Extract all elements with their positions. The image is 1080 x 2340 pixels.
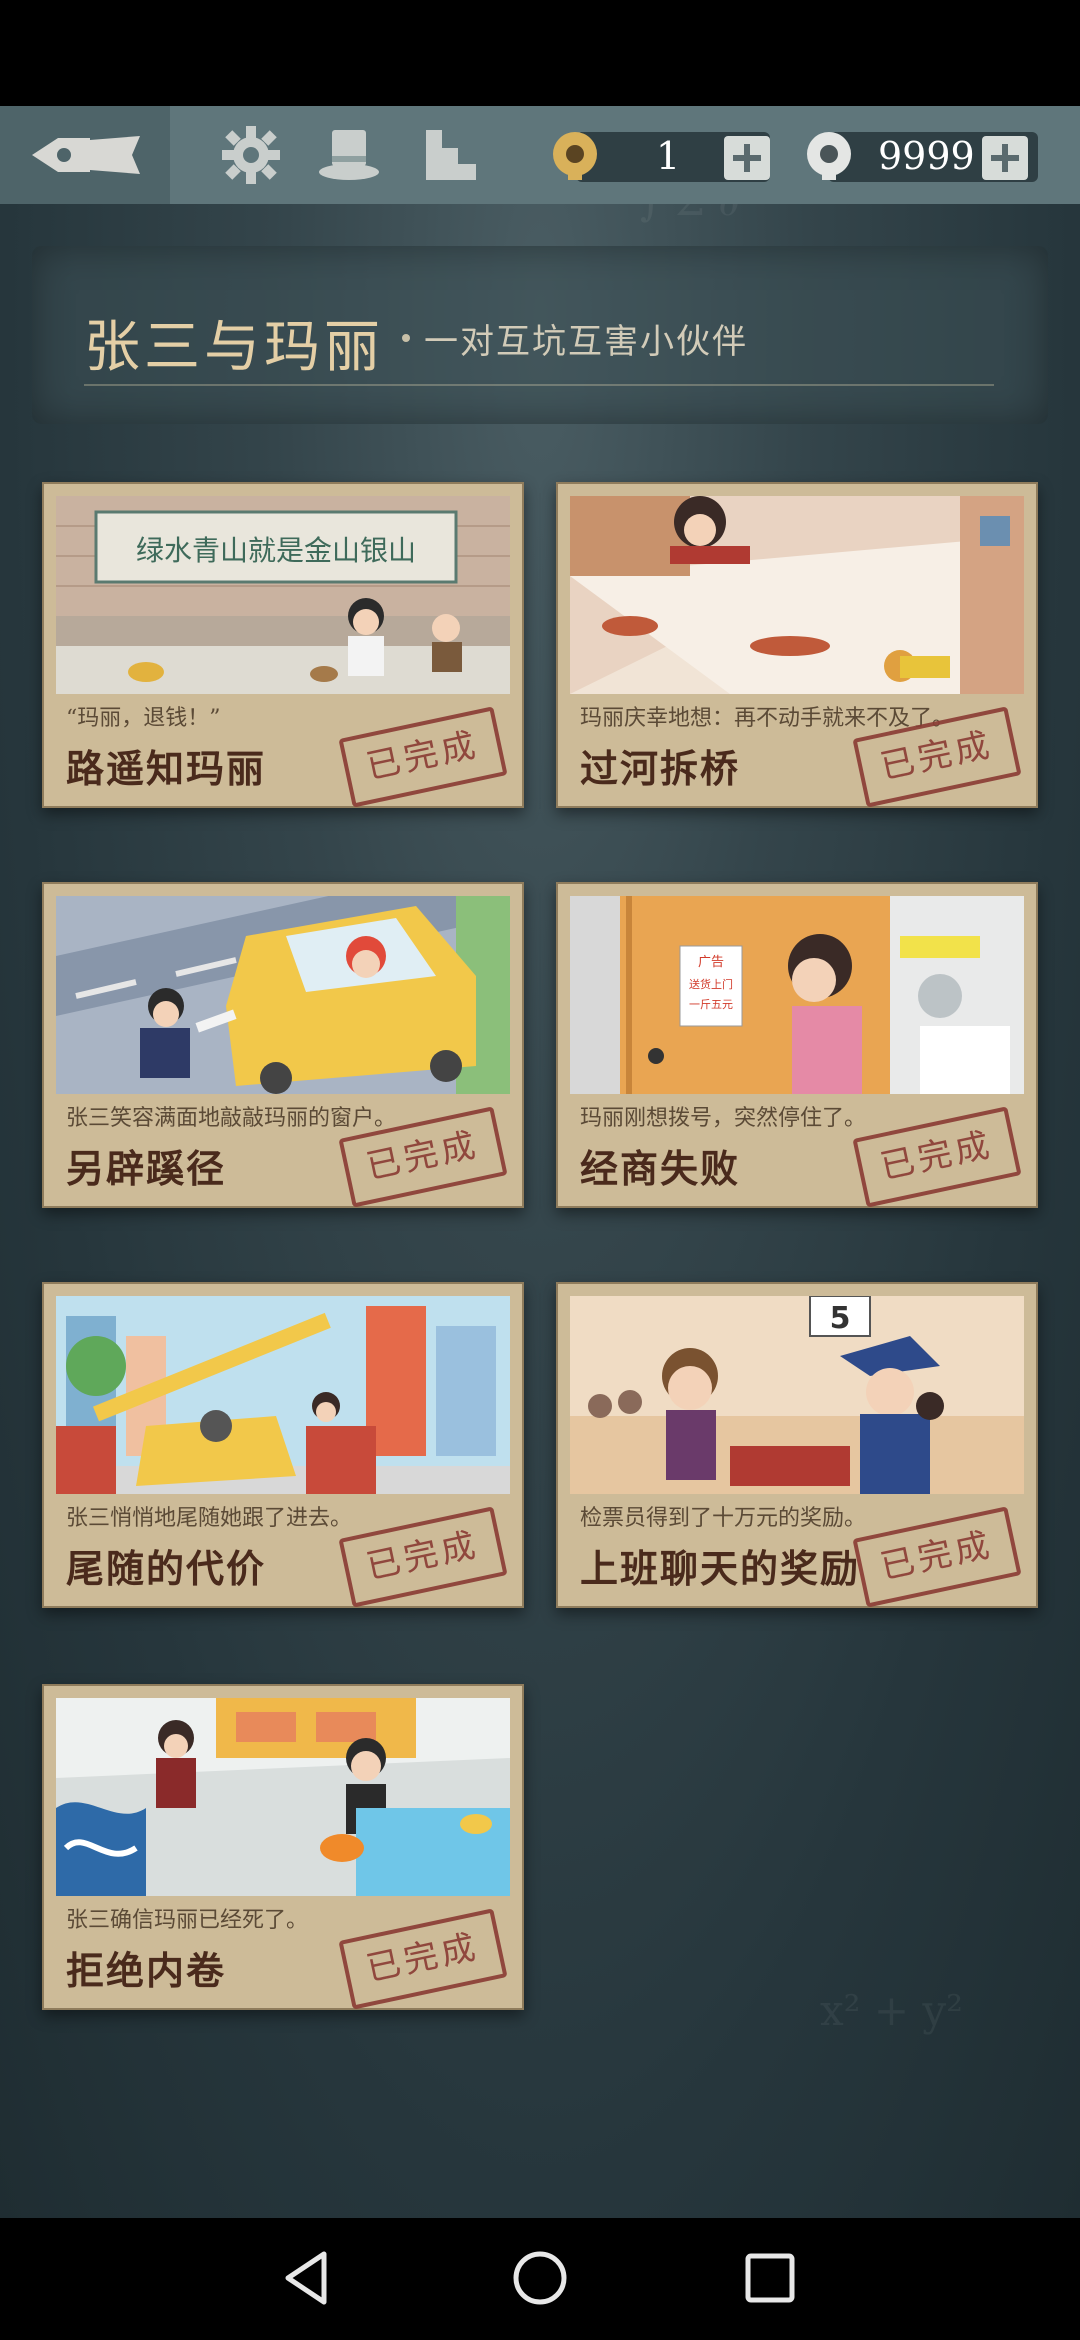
level-card-2[interactable]: 玛丽庆幸地想：再不动手就来不及了。 过河拆桥 已完成 [556,482,1038,808]
chapter-screen: ∫ Σ ∂ x² + y² [0,106,1080,2218]
level-illustration [56,1698,510,1896]
level-caption: 玛丽刚想拨号，突然停住了。 [580,1106,867,1131]
level-title: 拒绝内卷 [66,1948,227,1993]
parking-gate-illustration [56,1296,510,1494]
status-bar [0,0,1080,106]
top-hat-icon[interactable] [318,124,380,186]
completed-stamp: 已完成 [852,1106,1022,1208]
level-caption: 张三悄悄地尾随她跟了进去。 [66,1506,353,1531]
level-title: 路遥知玛丽 [66,746,267,791]
coin-token-icon [807,132,851,180]
navigation-bar [0,2218,1080,2340]
completed-stamp: 已完成 [338,706,508,808]
poster-line: 一斤五元 [689,998,733,1011]
completed-stamp: 已完成 [338,1506,508,1608]
level-title: 上班聊天的奖励 [580,1546,861,1591]
banner-text: 绿水青山就是金山银山 [136,534,416,567]
completed-stamp: 已完成 [338,1908,508,2010]
level-caption: 检票员得到了十万元的奖励。 [580,1506,867,1531]
chapter-title: 张三与玛丽 [84,315,384,380]
bridge-scene-illustration [570,496,1024,694]
level-title: 另辟蹊径 [66,1146,227,1191]
gear-icon[interactable] [220,124,282,186]
level-illustration: 广告 送货上门 一斤五元 [570,896,1024,1094]
level-card-4[interactable]: 广告 送货上门 一斤五元 玛丽刚想拨号，突然停住了。 经商失败 已完成 [556,882,1038,1208]
recents-icon[interactable] [740,2248,800,2308]
completed-stamp: 已完成 [852,1506,1022,1608]
level-illustration [56,896,510,1094]
back-icon[interactable] [278,2248,338,2308]
chapter-subtitle: 一对互坑互害小伙伴 [424,322,748,362]
poster-title: 广告 [698,955,724,970]
title-underline [84,384,994,386]
fish-market-illustration [56,1698,510,1896]
level-illustration [56,1296,510,1494]
level-caption: “玛丽，退钱！” [66,706,221,731]
title-separator [402,334,410,342]
level-illustration: 绿水青山就是金山银山 [56,496,510,694]
level-card-3[interactable]: 张三笑容满面地敲敲玛丽的窗户。 另辟蹊径 已完成 [42,882,524,1208]
level-card-1[interactable]: 绿水青山就是金山银山 “玛丽，退钱！” 路遥知玛丽 已完成 [42,482,524,808]
level-caption: 玛丽庆幸地想：再不动手就来不及了。 [580,706,955,731]
level-card-5[interactable]: 张三悄悄地尾随她跟了进去。 尾随的代价 已完成 [42,1282,524,1608]
restroom-scene-illustration: 广告 送货上门 一斤五元 [570,896,1024,1094]
poster-line: 送货上门 [689,977,733,991]
level-card-6[interactable]: 5 检票员得到了十万元的奖励。 上班聊天的奖励 已完成 [556,1282,1038,1608]
pen-icon[interactable] [28,128,148,182]
ticket-gate-illustration: 5 [570,1296,1024,1494]
add-coins-button[interactable] [982,136,1028,180]
home-icon[interactable] [510,2248,570,2308]
level-caption: 张三笑容满面地敲敲玛丽的窗户。 [66,1106,397,1131]
stairs-icon[interactable] [420,124,482,186]
street-scene-illustration: 绿水青山就是金山银山 [56,496,510,694]
gate-number: 5 [830,1301,851,1336]
level-title: 过河拆桥 [580,746,741,791]
top-bar: 1 9999 [0,106,1080,204]
add-keys-button[interactable] [724,136,770,180]
level-title: 经商失败 [580,1146,741,1191]
level-title: 尾随的代价 [66,1546,267,1591]
key-token-icon [553,132,597,180]
chapter-header: 张三与玛丽 一对互坑互害小伙伴 [32,246,1048,424]
keys-count: 1 [656,134,681,178]
level-card-7[interactable]: 张三确信玛丽已经死了。 拒绝内卷 已完成 [42,1684,524,2010]
level-illustration: 5 [570,1296,1024,1494]
level-illustration [570,496,1024,694]
level-caption: 张三确信玛丽已经死了。 [66,1908,309,1933]
coins-count: 9999 [878,134,975,178]
taxi-scene-illustration [56,896,510,1094]
chalk-decoration: x² + y² [820,1986,963,2035]
